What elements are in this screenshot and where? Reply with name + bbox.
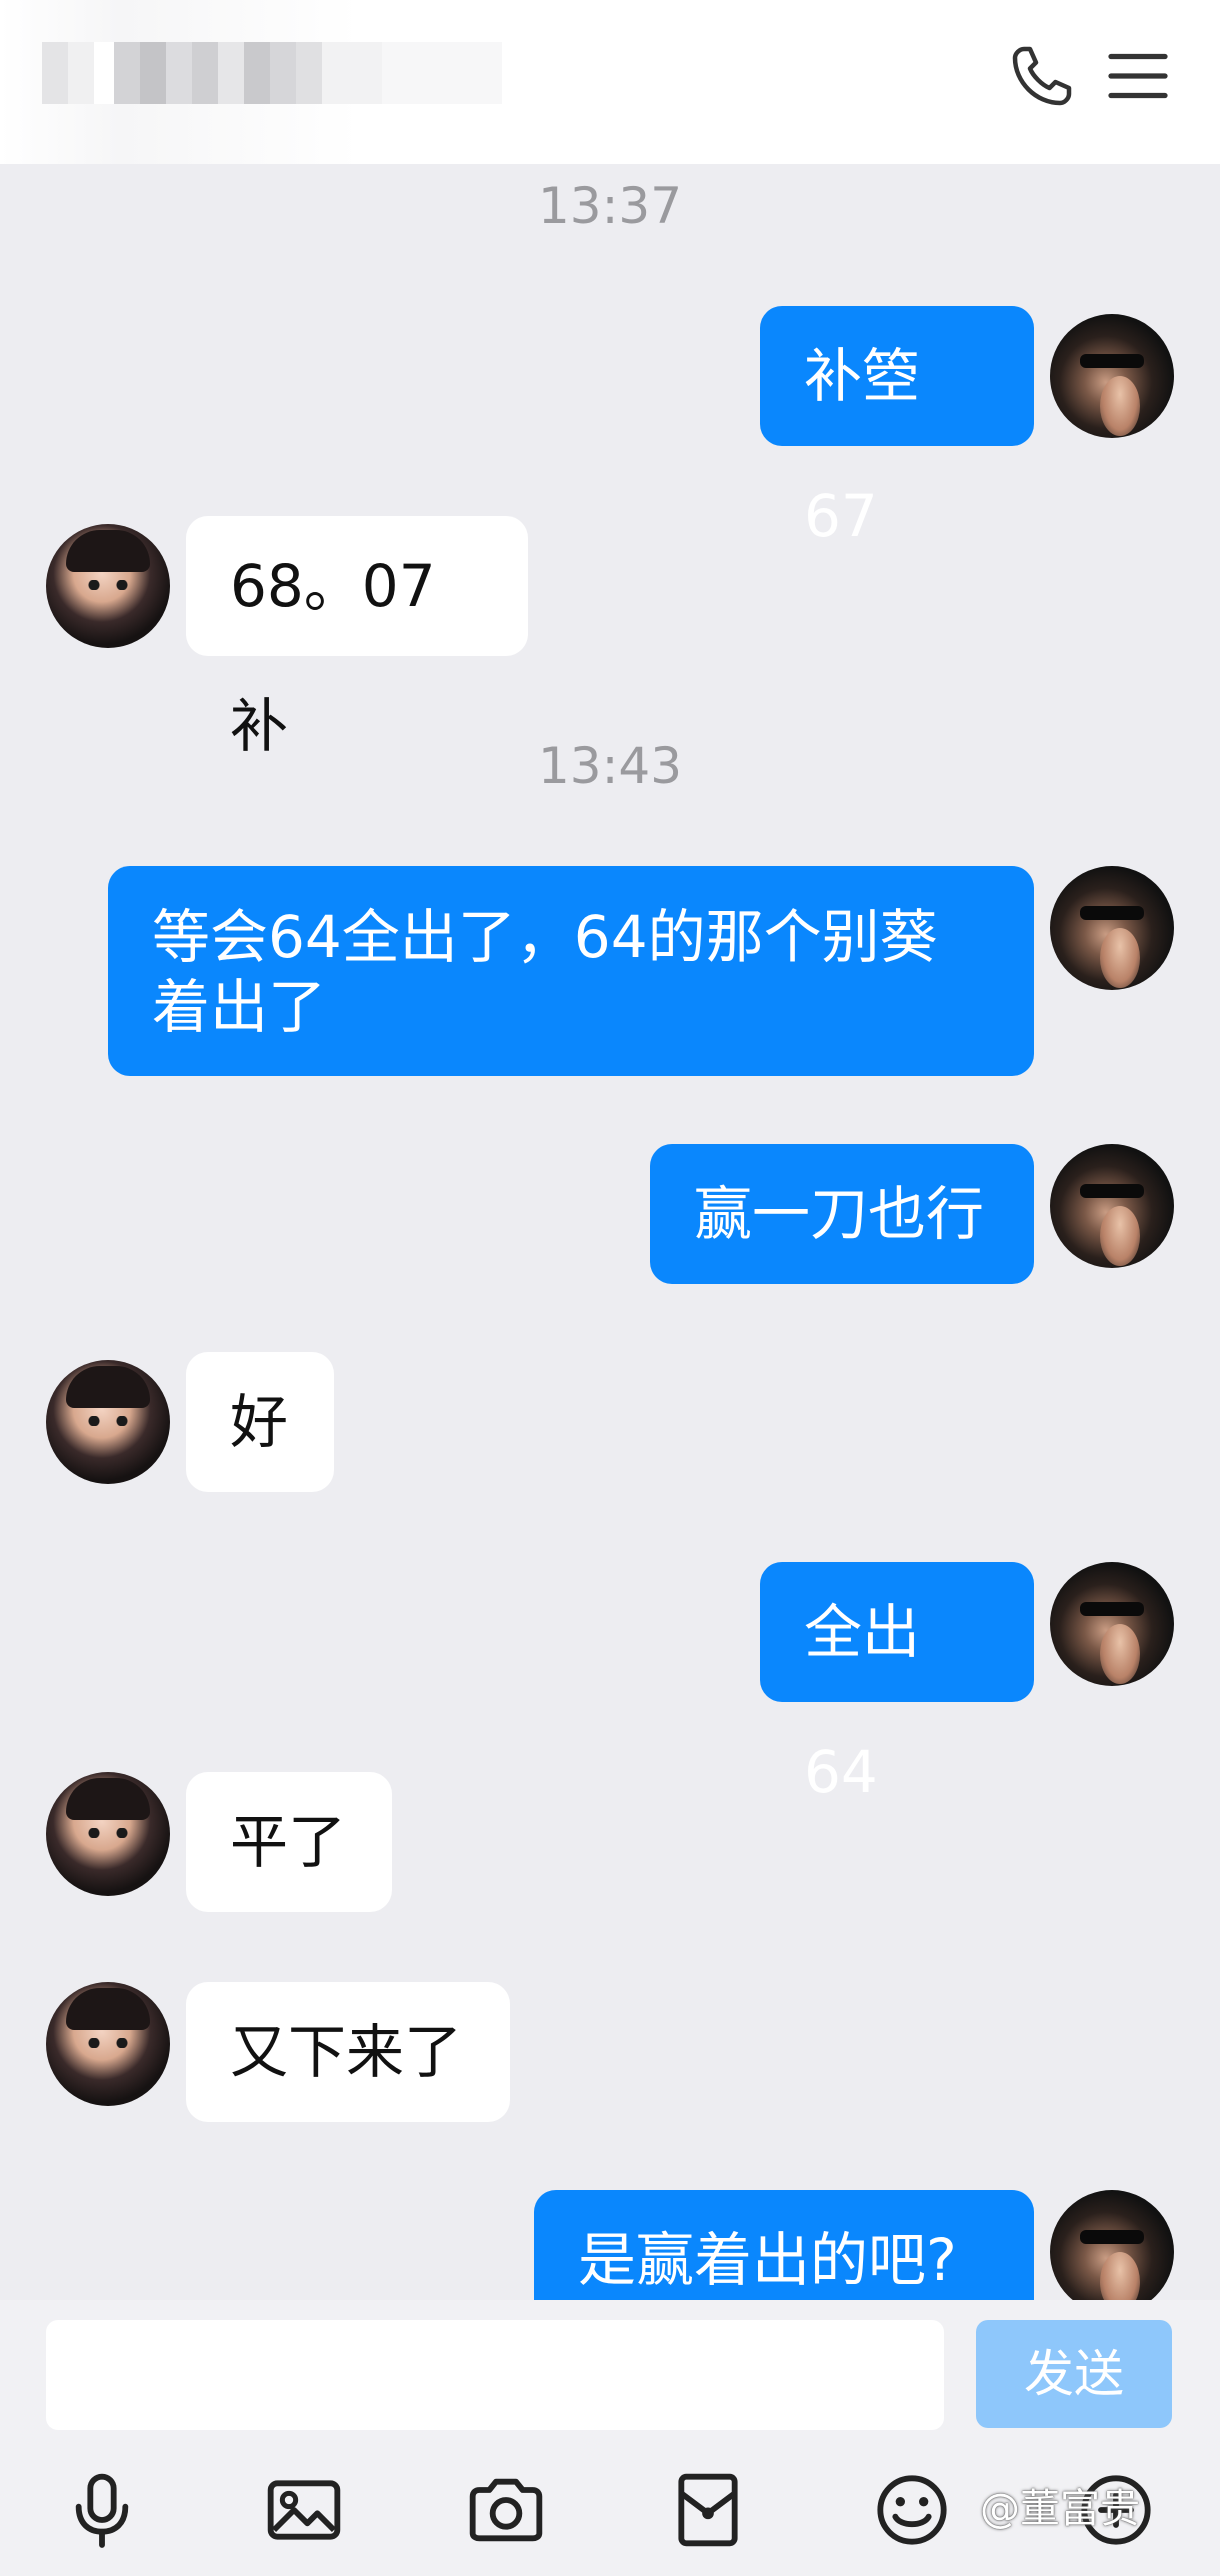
message-row: 好: [0, 1352, 1220, 1492]
message-row: 是赢着出的吧?: [0, 2190, 1220, 2300]
camera-icon[interactable]: [466, 2470, 546, 2550]
avatar[interactable]: [46, 1360, 170, 1484]
message-bubble[interactable]: 好: [186, 1352, 334, 1492]
message-row: 补箜67: [0, 306, 1220, 550]
timestamp: 13:43: [537, 737, 683, 795]
message-row: 全出64: [0, 1562, 1220, 1806]
message-row: 等会64全出了，64的那个别葵 着出了: [0, 866, 1220, 1076]
message-bubble[interactable]: 赢一刀也行: [650, 1144, 1034, 1284]
avatar[interactable]: [1050, 314, 1174, 438]
message-bubble[interactable]: 又下来了: [186, 1982, 510, 2122]
avatar[interactable]: [46, 1982, 170, 2106]
message-bubble[interactable]: 68。07补: [186, 516, 528, 760]
avatar[interactable]: [1050, 1562, 1174, 1686]
contact-name-blurred: [0, 0, 600, 164]
phone-icon[interactable]: [1006, 40, 1078, 112]
message-row: 68。07补: [0, 516, 1220, 760]
menu-icon[interactable]: [1102, 40, 1174, 112]
message-row: 平了: [0, 1772, 1220, 1912]
watermark: @董富贵: [980, 2486, 1140, 2532]
emoji-icon[interactable]: [872, 2470, 952, 2550]
avatar[interactable]: [46, 1772, 170, 1896]
image-icon[interactable]: [264, 2470, 344, 2550]
avatar[interactable]: [1050, 866, 1174, 990]
message-list[interactable]: 13:37 补箜67 68。07补 13:43 等会64全出了，64的那个别葵 …: [0, 164, 1220, 2300]
message-bubble[interactable]: 全出64: [760, 1562, 1034, 1806]
message-row: 赢一刀也行: [0, 1144, 1220, 1284]
input-bar: 发送: [0, 2300, 1220, 2438]
message-bubble[interactable]: 等会64全出了，64的那个别葵 着出了: [108, 866, 1034, 1076]
chat-header: [0, 0, 1220, 164]
message-bubble[interactable]: 补箜67: [760, 306, 1034, 550]
microphone-icon[interactable]: [62, 2470, 142, 2550]
red-packet-icon[interactable]: [668, 2470, 748, 2550]
avatar[interactable]: [1050, 1144, 1174, 1268]
timestamp: 13:37: [537, 177, 683, 235]
message-row: 又下来了: [0, 1982, 1220, 2122]
avatar[interactable]: [46, 524, 170, 648]
avatar[interactable]: [1050, 2190, 1174, 2300]
send-button[interactable]: 发送: [976, 2320, 1172, 2428]
message-bubble[interactable]: 平了: [186, 1772, 392, 1912]
message-input[interactable]: [46, 2320, 944, 2430]
message-bubble[interactable]: 是赢着出的吧?: [534, 2190, 1034, 2300]
